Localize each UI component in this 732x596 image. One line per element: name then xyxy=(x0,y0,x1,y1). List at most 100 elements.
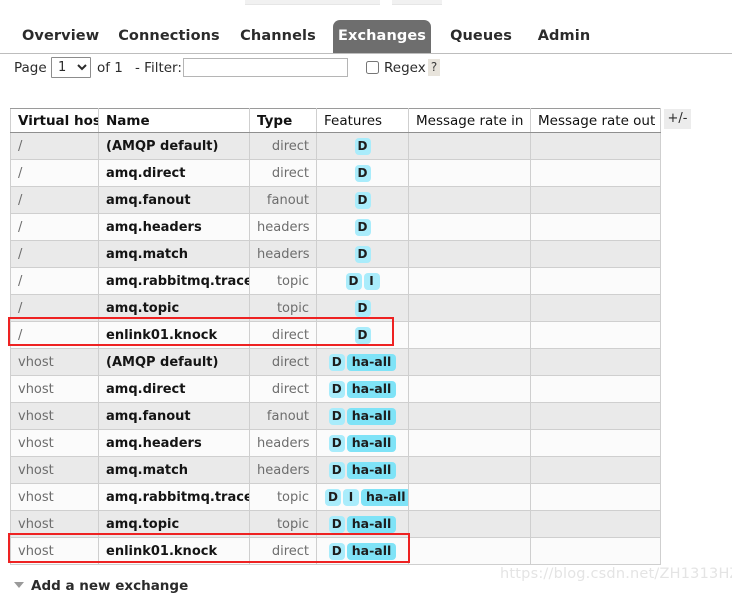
cell-type: topic xyxy=(249,294,317,322)
add-new-exchange-toggle[interactable]: Add a new exchange xyxy=(14,578,188,594)
cell-message-rate-out xyxy=(530,186,661,214)
table-row[interactable]: vhost enlink01.knock direct Dha-all xyxy=(10,537,661,565)
cell-features: D xyxy=(316,159,409,187)
cell-exchange-name[interactable]: amq.topic xyxy=(98,510,250,538)
cell-exchange-name[interactable]: amq.match xyxy=(98,240,250,268)
table-row[interactable]: vhost (AMQP default) direct Dha-all xyxy=(10,348,661,376)
tab-queues[interactable]: Queues xyxy=(448,20,514,54)
column-header-virtual-host[interactable]: Virtual host xyxy=(10,108,99,133)
column-header-name[interactable]: Name xyxy=(98,108,250,133)
cell-exchange-name[interactable]: amq.match xyxy=(98,456,250,484)
cell-type: direct xyxy=(249,537,317,565)
table-row[interactable]: vhost amq.rabbitmq.trace topic D Iha-all xyxy=(10,483,661,511)
cell-message-rate-in xyxy=(408,456,531,484)
policy-badge[interactable]: ha-all xyxy=(346,515,397,533)
cell-exchange-name[interactable]: (AMQP default) xyxy=(98,132,250,160)
cell-exchange-name[interactable]: amq.headers xyxy=(98,213,250,241)
column-header-type[interactable]: Type xyxy=(249,108,317,133)
feature-badge-d: D xyxy=(354,191,371,209)
table-row[interactable]: / amq.rabbitmq.trace topic D I xyxy=(10,267,661,295)
cell-type: fanout xyxy=(249,402,317,430)
page-total-label: of 1 xyxy=(97,60,123,76)
add-new-exchange-label: Add a new exchange xyxy=(31,578,189,594)
tab-overview[interactable]: Overview xyxy=(22,20,99,54)
cell-features: Dha-all xyxy=(316,456,409,484)
top-chrome-strip xyxy=(0,0,732,6)
policy-badge[interactable]: ha-all xyxy=(346,353,397,371)
cell-features: DI xyxy=(316,267,409,295)
feature-badge-i: I xyxy=(363,272,380,290)
policy-badge[interactable]: ha-all xyxy=(361,488,408,506)
cell-message-rate-in xyxy=(408,186,531,214)
cell-exchange-name[interactable]: amq.fanout xyxy=(98,186,250,214)
tab-connections[interactable]: Connections xyxy=(118,20,220,54)
cell-exchange-name[interactable]: amq.rabbitmq.trace xyxy=(98,483,250,511)
table-row[interactable]: / amq.direct direct D xyxy=(10,159,661,187)
cell-exchange-name[interactable]: (AMQP default) xyxy=(98,348,250,376)
cell-features: Dha-all xyxy=(316,429,409,457)
tab-exchanges[interactable]: Exchanges xyxy=(333,20,431,54)
cell-features: Dha-all xyxy=(316,375,409,403)
cell-features: D Iha-all xyxy=(316,483,409,511)
cell-exchange-name[interactable]: amq.rabbitmq.trace xyxy=(98,267,250,295)
table-row[interactable]: vhost amq.direct direct Dha-all xyxy=(10,375,661,403)
tab-channels[interactable]: Channels xyxy=(240,20,316,54)
regex-checkbox[interactable] xyxy=(366,61,379,74)
cell-message-rate-out xyxy=(530,159,661,187)
cell-exchange-name[interactable]: enlink01.knock xyxy=(98,537,250,565)
page-select[interactable]: 1 xyxy=(51,57,91,78)
feature-badge-d: D xyxy=(328,353,345,371)
table-row[interactable]: vhost amq.fanout fanout Dha-all xyxy=(10,402,661,430)
cell-message-rate-out xyxy=(530,267,661,295)
table-row[interactable]: / amq.match headers D xyxy=(10,240,661,268)
column-header-message-rate-in[interactable]: Message rate in xyxy=(408,108,531,133)
cell-type: direct xyxy=(249,132,317,160)
table-row[interactable]: / (AMQP default) direct D xyxy=(10,132,661,160)
table-row[interactable]: vhost amq.topic topic Dha-all xyxy=(10,510,661,538)
cell-message-rate-in xyxy=(408,402,531,430)
chrome-ghost-right xyxy=(392,0,442,5)
cell-message-rate-out xyxy=(530,483,661,511)
table-row[interactable]: / amq.topic topic D xyxy=(10,294,661,322)
policy-badge[interactable]: ha-all xyxy=(346,380,397,398)
cell-exchange-name[interactable]: enlink01.knock xyxy=(98,321,250,349)
tab-admin[interactable]: Admin xyxy=(533,20,595,54)
cell-type: headers xyxy=(249,429,317,457)
toggle-columns-button[interactable]: +/- xyxy=(664,109,691,129)
table-row[interactable]: / amq.headers headers D xyxy=(10,213,661,241)
cell-virtual-host: vhost xyxy=(10,456,99,484)
filter-input[interactable] xyxy=(183,58,348,77)
cell-exchange-name[interactable]: amq.direct xyxy=(98,375,250,403)
table-row[interactable]: / enlink01.knock direct D xyxy=(10,321,661,349)
policy-badge[interactable]: ha-all xyxy=(346,461,397,479)
cell-virtual-host: / xyxy=(10,240,99,268)
cell-features: D xyxy=(316,240,409,268)
help-icon[interactable]: ? xyxy=(428,59,440,76)
cell-type: direct xyxy=(249,159,317,187)
column-header-features[interactable]: Features xyxy=(316,108,409,133)
feature-badge-d: D xyxy=(328,380,345,398)
policy-badge[interactable]: ha-all xyxy=(346,542,397,560)
cell-message-rate-in xyxy=(408,294,531,322)
cell-exchange-name[interactable]: amq.topic xyxy=(98,294,250,322)
column-header-message-rate-out[interactable]: Message rate out xyxy=(530,108,661,133)
feature-badge-d: D xyxy=(354,218,371,236)
cell-type: topic xyxy=(249,510,317,538)
policy-badge[interactable]: ha-all xyxy=(346,434,397,452)
rabbitmq-management-page: Overview Connections Channels Exchanges Queu… xyxy=(0,0,732,596)
cell-virtual-host: / xyxy=(10,267,99,295)
cell-type: topic xyxy=(249,483,317,511)
table-row[interactable]: / amq.fanout fanout D xyxy=(10,186,661,214)
cell-message-rate-out xyxy=(530,294,661,322)
cell-type: fanout xyxy=(249,186,317,214)
cell-message-rate-in xyxy=(408,429,531,457)
cell-exchange-name[interactable]: amq.fanout xyxy=(98,402,250,430)
cell-exchange-name[interactable]: amq.direct xyxy=(98,159,250,187)
exchanges-table-body: / (AMQP default) direct D / amq.direct direct D… xyxy=(10,132,661,565)
policy-badge[interactable]: ha-all xyxy=(346,407,397,425)
cell-message-rate-in xyxy=(408,510,531,538)
table-row[interactable]: vhost amq.match headers Dha-all xyxy=(10,456,661,484)
cell-message-rate-in xyxy=(408,159,531,187)
table-row[interactable]: vhost amq.headers headers Dha-all xyxy=(10,429,661,457)
cell-exchange-name[interactable]: amq.headers xyxy=(98,429,250,457)
